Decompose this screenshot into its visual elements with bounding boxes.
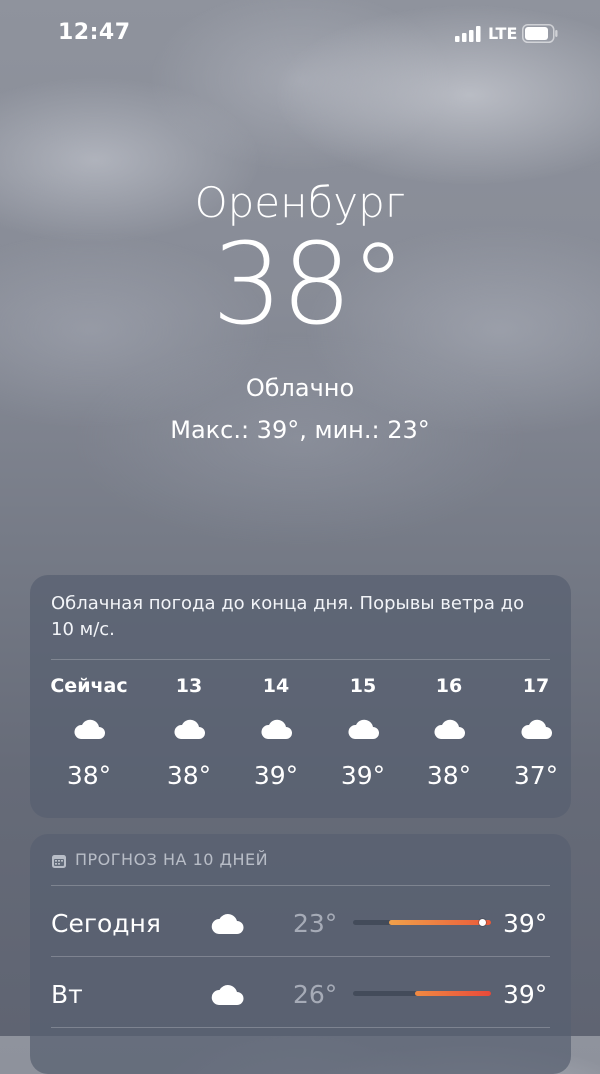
cloud-icon (521, 719, 552, 739)
temperature-range-fill (389, 920, 491, 925)
day-high-temperature: 39° (503, 909, 548, 938)
daily-header-label: ПРОГНОЗ НА 10 ДНЕЙ (75, 850, 269, 869)
day-row-today[interactable]: Сегодня 23° 39° (51, 892, 551, 952)
divider (51, 956, 550, 957)
hour-temperature: 37° (513, 761, 559, 790)
cloud-icon (261, 719, 292, 739)
cloud-icon (348, 719, 379, 739)
divider (51, 885, 550, 886)
current-temperature: 38° (211, 220, 407, 350)
cloud-icon (211, 914, 244, 934)
status-time: 12:47 (58, 20, 131, 45)
divider (51, 659, 550, 660)
temperature-range-fill (415, 991, 491, 996)
hour-temperature: 38° (426, 761, 472, 790)
hour-temperature: 38° (66, 761, 112, 790)
battery-icon (522, 24, 558, 43)
divider (51, 1027, 550, 1028)
daily-forecast-card[interactable]: ПРОГНОЗ НА 10 ДНЕЙ Сегодня 23° 39° Вт 26… (30, 834, 571, 1074)
high-low-temperature: Макс.: 39°, мин.: 23° (170, 416, 430, 444)
hour-item-15: 15 39° (319, 675, 407, 790)
current-temperature-dot (478, 919, 486, 926)
hour-label: 15 (349, 675, 377, 697)
hour-temperature: 38° (166, 761, 212, 790)
day-low-temperature: 23° (293, 909, 338, 938)
forecast-summary: Облачная погода до конца дня. Порывы вет… (51, 593, 525, 640)
cloud-icon (434, 719, 465, 739)
day-name: Вт (51, 980, 83, 1009)
daily-forecast-header: ПРОГНОЗ НА 10 ДНЕЙ (51, 850, 268, 870)
cloud-icon (211, 985, 244, 1005)
hour-label: Сейчас (50, 675, 128, 697)
network-type: LTE (488, 24, 518, 43)
hour-temperature: 39° (253, 761, 299, 790)
day-low-temperature: 26° (293, 980, 338, 1009)
cellular-signal-icon (455, 26, 481, 42)
temperature-range-bar (353, 919, 491, 926)
current-condition: Облачно (245, 374, 355, 402)
hour-item-16: 16 38° (405, 675, 493, 790)
hour-label: 14 (262, 675, 290, 697)
hour-item-now: Сейчас 38° (45, 675, 133, 790)
status-bar: 12:47 LTE (0, 0, 600, 70)
calendar-icon (52, 854, 66, 868)
hour-item-14: 14 39° (232, 675, 320, 790)
day-high-temperature: 39° (503, 980, 548, 1009)
cloud-icon (174, 719, 205, 739)
hourly-forecast-card[interactable]: Облачная погода до конца дня. Порывы вет… (30, 575, 571, 818)
hour-label: 17 (522, 675, 550, 697)
cloud-icon (74, 719, 105, 739)
hour-label: 16 (435, 675, 463, 697)
temperature-range-bar (353, 991, 491, 996)
hour-label: 13 (175, 675, 203, 697)
hour-item-17: 17 37° (492, 675, 571, 790)
hour-temperature: 39° (340, 761, 386, 790)
hour-item-13: 13 38° (145, 675, 233, 790)
day-row-tuesday[interactable]: Вт 26° 39° (51, 963, 551, 1023)
day-name: Сегодня (51, 909, 161, 938)
